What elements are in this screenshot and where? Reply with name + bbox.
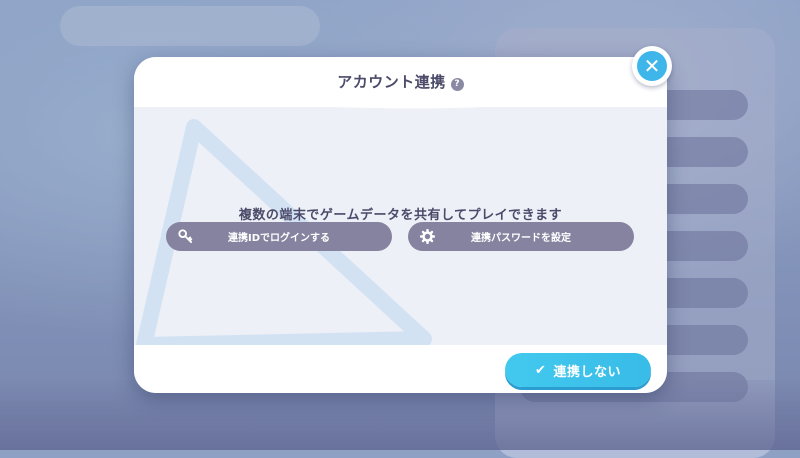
login-with-link-id-button[interactable]: 連携IDでログインする [166, 222, 392, 251]
set-link-password-button[interactable]: 連携パスワードを設定 [408, 222, 634, 251]
question-mark-icon[interactable]: ? [450, 78, 464, 91]
dialog-title: アカウント連携? [134, 71, 667, 92]
close-button[interactable]: ✕ [632, 46, 672, 86]
dialog-title-text: アカウント連携 [337, 73, 446, 91]
close-icon: ✕ [637, 51, 667, 81]
header-wave [134, 97, 667, 109]
do-not-link-label: 連携しない [553, 364, 621, 380]
login-with-link-id-label: 連携IDでログインする [227, 233, 331, 244]
set-link-password-label: 連携パスワードを設定 [471, 233, 571, 244]
checkmark-icon: ✔ [535, 362, 547, 378]
gear-icon [420, 229, 435, 244]
do-not-link-button[interactable]: ✔ 連携しない [505, 353, 651, 387]
key-icon [178, 229, 193, 244]
account-link-dialog: アカウント連携? 複数の端末でゲームデータを共有してプレイできます 連携IDでロ… [134, 57, 667, 393]
dialog-description: 複数の端末でゲームデータを共有してプレイできます [238, 208, 563, 223]
